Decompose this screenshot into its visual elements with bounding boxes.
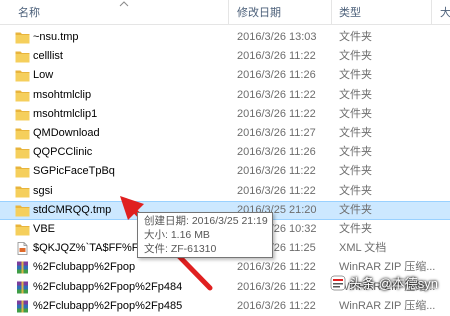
column-separator[interactable] [431, 0, 432, 24]
file-tooltip: 创建日期: 2016/3/25 21:19 大小: 1.16 MB 文件: ZF… [137, 212, 273, 258]
file-row[interactable]: Low 2016/3/26 11:26 文件夹 [0, 66, 450, 85]
file-name: SGPicFaceTpBq [33, 165, 115, 177]
folder-icon [15, 165, 30, 178]
file-type: 文件夹 [339, 69, 372, 81]
folder-icon [15, 31, 30, 44]
folder-icon [15, 127, 30, 140]
column-type[interactable]: 类型 [339, 0, 361, 24]
file-type: 文件夹 [339, 165, 372, 177]
file-row[interactable]: QMDownload 2016/3/26 11:27 文件夹 [0, 124, 450, 143]
file-type: 文件夹 [339, 223, 372, 235]
column-separator[interactable] [228, 0, 229, 24]
file-date: 2016/3/26 11:22 [237, 89, 316, 101]
file-type: 文件夹 [339, 108, 372, 120]
watermark: 头条 @本德syn [330, 274, 438, 294]
folder-icon [15, 185, 30, 198]
column-separator[interactable] [331, 0, 332, 24]
file-name: %2Fclubapp%2Fpop%2Fp484 [33, 281, 183, 293]
folder-icon [15, 204, 30, 217]
winrar-icon [15, 281, 30, 294]
file-row[interactable]: SGPicFaceTpBq 2016/3/26 11:22 文件夹 [0, 162, 450, 181]
column-size[interactable]: 大 [440, 0, 450, 24]
file-date: 2016/3/26 11:22 [237, 50, 316, 62]
file-date: 2016/3/26 11:27 [237, 127, 316, 139]
file-type: 文件夹 [339, 185, 372, 197]
file-date: 2016/3/26 11:26 [237, 146, 316, 158]
file-date: 2016/3/26 11:26 [237, 69, 316, 81]
file-name: celllist [33, 50, 63, 62]
file-date: 2016/3/26 11:22 [237, 261, 316, 273]
file-row[interactable]: celllist 2016/3/26 11:22 文件夹 [0, 47, 450, 66]
column-name[interactable]: 名称 [18, 0, 40, 24]
tooltip-created: 创建日期: 2016/3/25 21:19 [144, 215, 268, 227]
tooltip-files: 文件: ZF-61310 [144, 243, 217, 255]
file-name: ~nsu.tmp [33, 31, 79, 43]
file-name: Low [33, 69, 54, 81]
file-date: 2016/3/26 11:22 [237, 165, 316, 177]
file-type: 文件夹 [339, 127, 372, 139]
file-date: 2016/3/26 11:22 [237, 281, 316, 293]
file-name: msohtmlclip1 [33, 108, 98, 120]
file-row[interactable]: msohtmlclip 2016/3/26 11:22 文件夹 [0, 86, 450, 105]
column-date[interactable]: 修改日期 [237, 0, 281, 24]
sort-arrow-icon [119, 1, 129, 7]
folder-icon [15, 108, 30, 121]
file-date: 2016/3/26 11:22 [237, 185, 316, 197]
watermark-text: 头条 @本德syn [348, 276, 438, 291]
folder-icon [15, 223, 30, 236]
folder-icon [15, 89, 30, 102]
tooltip-size: 大小: 1.16 MB [144, 229, 210, 241]
file-name: QQPCClinic [33, 146, 93, 158]
file-name: QMDownload [33, 127, 100, 139]
file-row[interactable]: QQPCClinic 2016/3/26 11:26 文件夹 [0, 143, 450, 162]
file-row[interactable]: msohtmlclip1 2016/3/26 11:22 文件夹 [0, 105, 450, 124]
file-name: msohtmlclip [33, 89, 92, 101]
toutiao-logo-icon [330, 275, 346, 291]
folder-icon [15, 69, 30, 82]
xml-file-icon [15, 242, 30, 255]
winrar-icon [15, 261, 30, 274]
file-name: %2Fclubapp%2Fpop [33, 261, 136, 273]
folder-icon [15, 146, 30, 159]
file-date: 2016/3/26 13:03 [237, 31, 317, 43]
folder-icon [15, 50, 30, 63]
column-header: 名称 修改日期 类型 大 [0, 0, 450, 25]
file-type: XML 文档 [339, 242, 387, 254]
file-type: 文件夹 [339, 31, 372, 43]
file-row[interactable]: sgsi 2016/3/26 11:22 文件夹 [0, 182, 450, 201]
file-row[interactable]: ~nsu.tmp 2016/3/26 13:03 文件夹 [0, 28, 450, 47]
file-name: sgsi [33, 185, 53, 197]
file-date: 2016/3/26 11:22 [237, 108, 316, 120]
file-type: 文件夹 [339, 50, 372, 62]
file-type: 文件夹 [339, 89, 372, 101]
file-type: 文件夹 [339, 204, 372, 216]
file-type: 文件夹 [339, 146, 372, 158]
winrar-icon [15, 300, 30, 313]
